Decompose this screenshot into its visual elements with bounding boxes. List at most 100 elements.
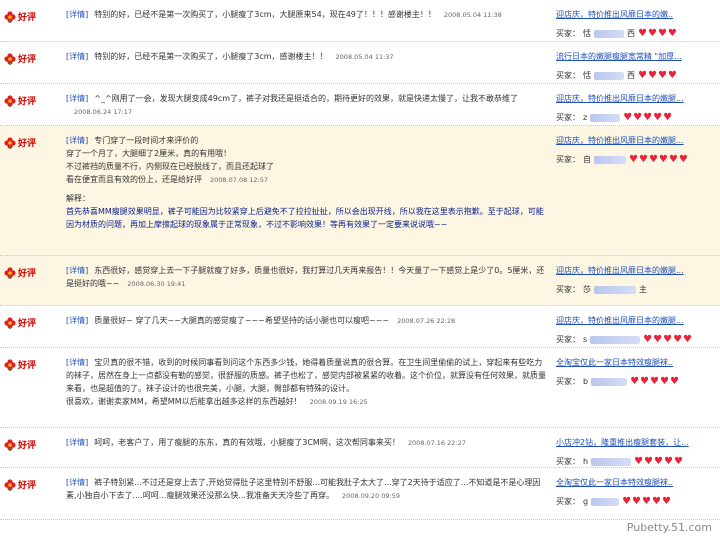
flower-icon — [4, 316, 16, 329]
item-link[interactable]: 迎店庆，特价推出风靡日本的嫩腿... — [556, 314, 716, 327]
buyer-credit-hearts: ♥ ♥ ♥ ♥ — [638, 27, 677, 39]
review-time: 2008.05.04 11:38 — [443, 11, 502, 19]
rating-good: 好评 — [4, 438, 36, 451]
detail-link[interactable]: [详情] — [66, 266, 88, 275]
buyer-name-tail: 西 — [627, 29, 635, 38]
review-content: [详情] 宝贝真的很不错，收到的时候同事看到问这个东西多少钱，她得着质量说真的很合… — [66, 356, 548, 409]
heart-icon: ♥ — [663, 111, 673, 123]
heart-icon: ♥ — [653, 333, 663, 345]
review-text: 裤子特别紧...不过还是穿上去了,开始觉得肚子这里特别不舒服...可能我肚子太大… — [66, 478, 541, 500]
heart-icon: ♥ — [659, 375, 669, 387]
detail-link[interactable]: [详情] — [66, 316, 88, 325]
review-content: [详情] 呵呵，老客户了，用了瘦腿的东东，真的有效哦，小腿瘦了3CM啊，这次帮同事… — [66, 436, 548, 450]
heart-icon: ♥ — [632, 495, 642, 507]
explain-heading: 解释： — [66, 194, 90, 203]
item-column: 迎店庆，特价推出风靡日本的嫩腿... 买家：莎 主 — [556, 264, 716, 296]
heart-icon: ♥ — [647, 27, 657, 39]
review-text: 质量很好~ 穿了几天~~大腿真的感觉瘦了~~~希望坚持的话小腿也可以瘦吧~~~ — [94, 316, 390, 325]
item-link[interactable]: 全淘宝仅此一家日本特效瘦腿袜.. — [556, 476, 716, 489]
review-content: [详情] ^_^刚用了一会，发现大腿变成49cm了，裤子对我还是挺适合的，期待更好… — [66, 92, 548, 119]
buyer-name[interactable]: 莎 — [583, 283, 591, 296]
heart-icon: ♥ — [658, 153, 668, 165]
heart-icon: ♥ — [651, 495, 661, 507]
review-content: [详情] 裤子特别紧...不过还是穿上去了,开始觉得肚子这里特别不舒服...可能我… — [66, 476, 548, 503]
heart-icon: ♥ — [633, 111, 643, 123]
buyer-name-mask — [591, 377, 628, 386]
buyer-credit-hearts: ♥ ♥ ♥ ♥ ♥ — [630, 375, 679, 387]
heart-icon: ♥ — [642, 495, 651, 507]
rating-label: 好评 — [18, 319, 37, 329]
buyer-credit-hearts: ♥ ♥ ♥ ♥ ♥ ♥ — [629, 153, 688, 165]
rating-good: 好评 — [4, 136, 36, 149]
review-time: 2008.07.08 12:57 — [210, 176, 269, 184]
review-content: [详情] 特别的好，已经不是第一次购买了，小腿瘦了3cm，感谢楼主！！ 2008.0… — [66, 50, 548, 64]
review-row: 好评 [详情] 特别的好，已经不是第一次购买了，小腿瘦了3cm，感谢楼主！！ 2008… — [0, 42, 720, 84]
review-time: 2008.09.20 09:59 — [341, 492, 400, 500]
heart-icon: ♥ — [640, 375, 650, 387]
buyer-prefix: 买家： — [556, 457, 580, 466]
buyer-name[interactable]: 恬 — [583, 69, 591, 82]
heart-icon: ♥ — [638, 27, 647, 39]
buyer-name-mask — [590, 113, 621, 122]
heart-icon: ♥ — [678, 153, 688, 165]
seller-explanation: 首先恭喜MM瘦腿效果明显，裤子可能因为比较紧穿上后避免不了拉拉扯扯，所以会出现开… — [66, 207, 544, 229]
buyer-name[interactable]: g — [583, 495, 588, 508]
heart-icon: ♥ — [657, 69, 667, 81]
rating-good: 好评 — [4, 52, 36, 65]
buyer-line: 买家：自 ♥ ♥ ♥ ♥ ♥ ♥ — [556, 153, 716, 166]
buyer-prefix: 买家： — [556, 285, 580, 294]
item-link[interactable]: 迎店庆，特价推出风靡日本的嫩腿... — [556, 92, 716, 105]
detail-link[interactable]: [详情] — [66, 358, 88, 367]
item-column: 迎店庆，特价推出风靡日本的嫩腿... 买家：自 ♥ ♥ ♥ ♥ ♥ ♥ — [556, 134, 716, 166]
detail-link[interactable]: [详情] — [66, 10, 88, 19]
flower-icon — [4, 478, 16, 491]
buyer-credit-hearts: ♥ ♥ ♥ ♥ ♥ — [643, 333, 692, 345]
buyer-prefix: 买家： — [556, 29, 580, 38]
buyer-name-mask — [590, 335, 641, 344]
review-row: 好评 [详情] 质量很好~ 穿了几天~~大腿真的感觉瘦了~~~希望坚持的话小腿也可以… — [0, 306, 720, 348]
watermark: Pubetty.51.com — [626, 521, 712, 534]
flower-icon — [4, 10, 16, 23]
heart-icon: ♥ — [669, 375, 679, 387]
review-content: [详情] 质量很好~ 穿了几天~~大腿真的感觉瘦了~~~希望坚持的话小腿也可以瘦吧… — [66, 314, 548, 328]
buyer-name[interactable]: 恬 — [583, 27, 591, 40]
buyer-line: 买家： z ♥ ♥ ♥ ♥ ♥ — [556, 111, 716, 124]
item-link[interactable]: 迎店庆，特价推出风靡日本的嫩腿... — [556, 134, 716, 147]
buyer-line: 买家： s ♥ ♥ ♥ ♥ ♥ — [556, 333, 716, 346]
buyer-prefix: 买家： — [556, 155, 580, 164]
item-column: 全淘宝仅此一家日本特效瘦腿袜.. 买家： b ♥ ♥ ♥ ♥ ♥ — [556, 356, 716, 388]
heart-icon: ♥ — [623, 111, 633, 123]
heart-icon: ♥ — [657, 27, 667, 39]
item-link[interactable]: 流行日本的嫩腿瘦腿宽常精 "加厚... — [556, 50, 716, 63]
detail-link[interactable]: [详情] — [66, 52, 88, 61]
item-link[interactable]: 全淘宝仅此一家日本特效瘦腿袜.. — [556, 356, 716, 369]
detail-link[interactable]: [详情] — [66, 94, 88, 103]
detail-link[interactable]: [详情] — [66, 438, 88, 447]
buyer-line: 买家： b ♥ ♥ ♥ ♥ ♥ — [556, 375, 716, 388]
buyer-credit-hearts: ♥ ♥ ♥ ♥ ♥ — [623, 111, 673, 123]
item-link[interactable]: 迎店庆，特价推出风靡日本的嫩.. — [556, 8, 716, 21]
buyer-name-mask — [594, 285, 636, 294]
buyer-line: 买家：恬西 ♥ ♥ ♥ ♥ — [556, 69, 716, 82]
review-time: 2008.06.30 19:41 — [127, 280, 186, 288]
item-link[interactable]: 迎店庆，特价推出风靡日本的嫩腿... — [556, 264, 716, 277]
review-content: [详情] 特别的好，已经不是第一次购买了，小腿瘦了3cm，大腿原来54，现在49了… — [66, 8, 548, 22]
heart-icon: ♥ — [663, 455, 673, 467]
buyer-name[interactable]: 自 — [583, 153, 591, 166]
buyer-line: 买家： h ♥ ♥ ♥ ♥ ♥ — [556, 455, 716, 468]
detail-link[interactable]: [详情] — [66, 136, 88, 145]
review-row: 好评 [详情] 裤子特别紧...不过还是穿上去了,开始觉得肚子这里特别不舒服...可… — [0, 468, 720, 520]
buyer-name[interactable]: z — [583, 111, 587, 124]
detail-link[interactable]: [详情] — [66, 478, 88, 487]
buyer-name-mask — [594, 29, 624, 38]
rating-good: 好评 — [4, 266, 36, 279]
buyer-prefix: 买家： — [556, 71, 580, 80]
item-link[interactable]: 小店冲2钻，隆重推出瘦腿套装，让... — [556, 436, 716, 449]
buyer-name[interactable]: b — [583, 375, 588, 388]
review-text: 特别的好，已经不是第一次购买了，小腿瘦了3cm，大腿原来54，现在49了！！！感… — [94, 10, 436, 19]
heart-icon: ♥ — [673, 455, 683, 467]
flower-icon — [4, 52, 16, 65]
buyer-name[interactable]: s — [583, 333, 587, 346]
review-row: 好评 [详情] 呵呵，老客户了，用了瘦腿的东东，真的有效哦，小腿瘦了3CM啊，这次帮… — [0, 428, 720, 468]
buyer-name[interactable]: h — [583, 455, 588, 468]
